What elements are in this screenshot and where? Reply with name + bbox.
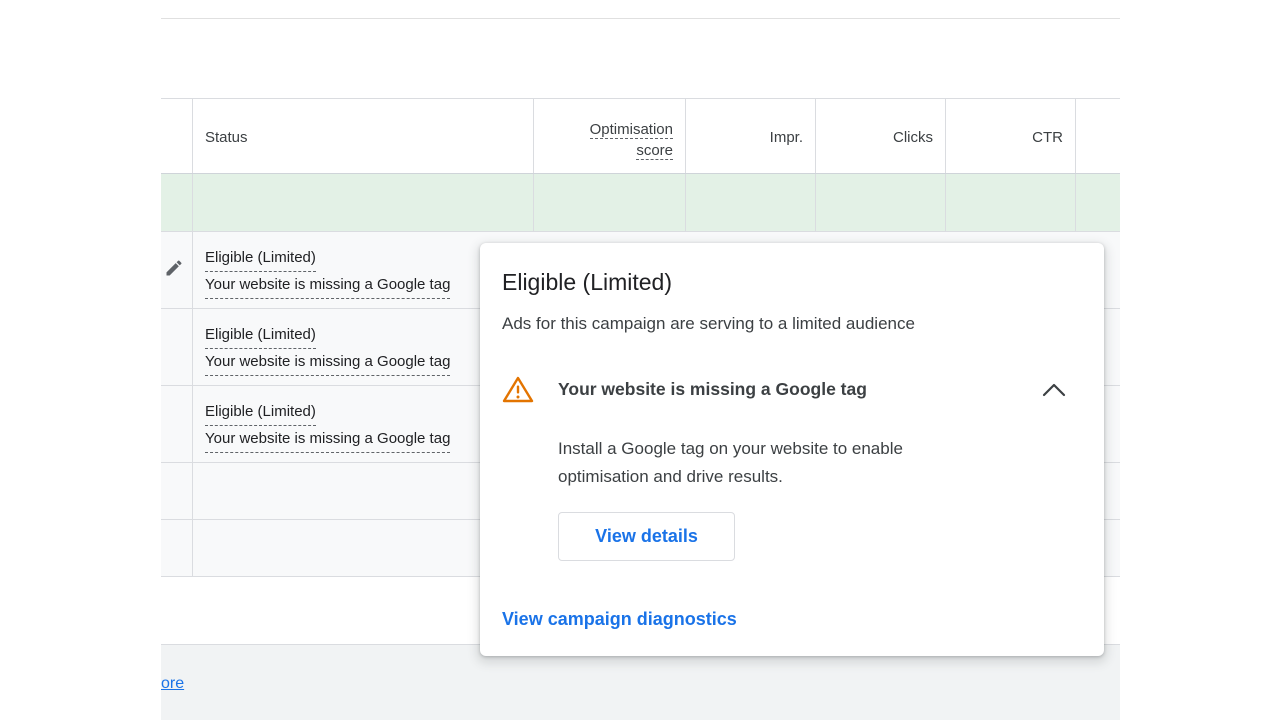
status-label[interactable]: Eligible (Limited) [205, 399, 316, 426]
status-reason[interactable]: Your website is missing a Google tag [205, 272, 451, 299]
status-popup: Eligible (Limited) Ads for this campaign… [480, 243, 1104, 656]
chevron-up-icon[interactable] [1040, 377, 1068, 401]
total-row [161, 174, 1120, 232]
header-ctr-label: CTR [1032, 129, 1063, 146]
learn-more-link[interactable]: ore [161, 675, 184, 693]
header-optimisation-label-2: score [636, 142, 673, 160]
header-optimisation-score[interactable]: Optimisation score [533, 99, 685, 173]
popup-subtitle: Ads for this campaign are serving to a l… [502, 314, 915, 333]
header-ctr[interactable]: CTR [945, 99, 1075, 173]
table-header: Status Optimisation score Impr. Clicks C… [161, 98, 1120, 174]
header-optimisation-label-1: Optimisation [589, 121, 673, 139]
header-status[interactable]: Status [192, 99, 533, 173]
issue-title: Your website is missing a Google tag [558, 379, 867, 399]
status-label[interactable]: Eligible (Limited) [205, 322, 316, 349]
view-details-button[interactable]: View details [558, 512, 735, 561]
issue-description: Install a Google tag on your website to … [558, 439, 903, 486]
header-status-label: Status [205, 129, 248, 146]
divider [161, 18, 1120, 19]
status-label[interactable]: Eligible (Limited) [205, 245, 316, 272]
header-impr[interactable]: Impr. [685, 99, 815, 173]
warning-icon [502, 376, 534, 403]
header-clicks[interactable]: Clicks [815, 99, 945, 173]
popup-title: Eligible (Limited) [502, 269, 673, 295]
footer-bar [161, 645, 1120, 720]
header-clicks-label: Clicks [893, 129, 933, 146]
header-impr-label: Impr. [769, 129, 803, 146]
pencil-icon[interactable] [164, 258, 184, 278]
status-reason[interactable]: Your website is missing a Google tag [205, 349, 451, 376]
status-reason[interactable]: Your website is missing a Google tag [205, 426, 451, 453]
view-campaign-diagnostics-link[interactable]: View campaign diagnostics [502, 609, 737, 630]
